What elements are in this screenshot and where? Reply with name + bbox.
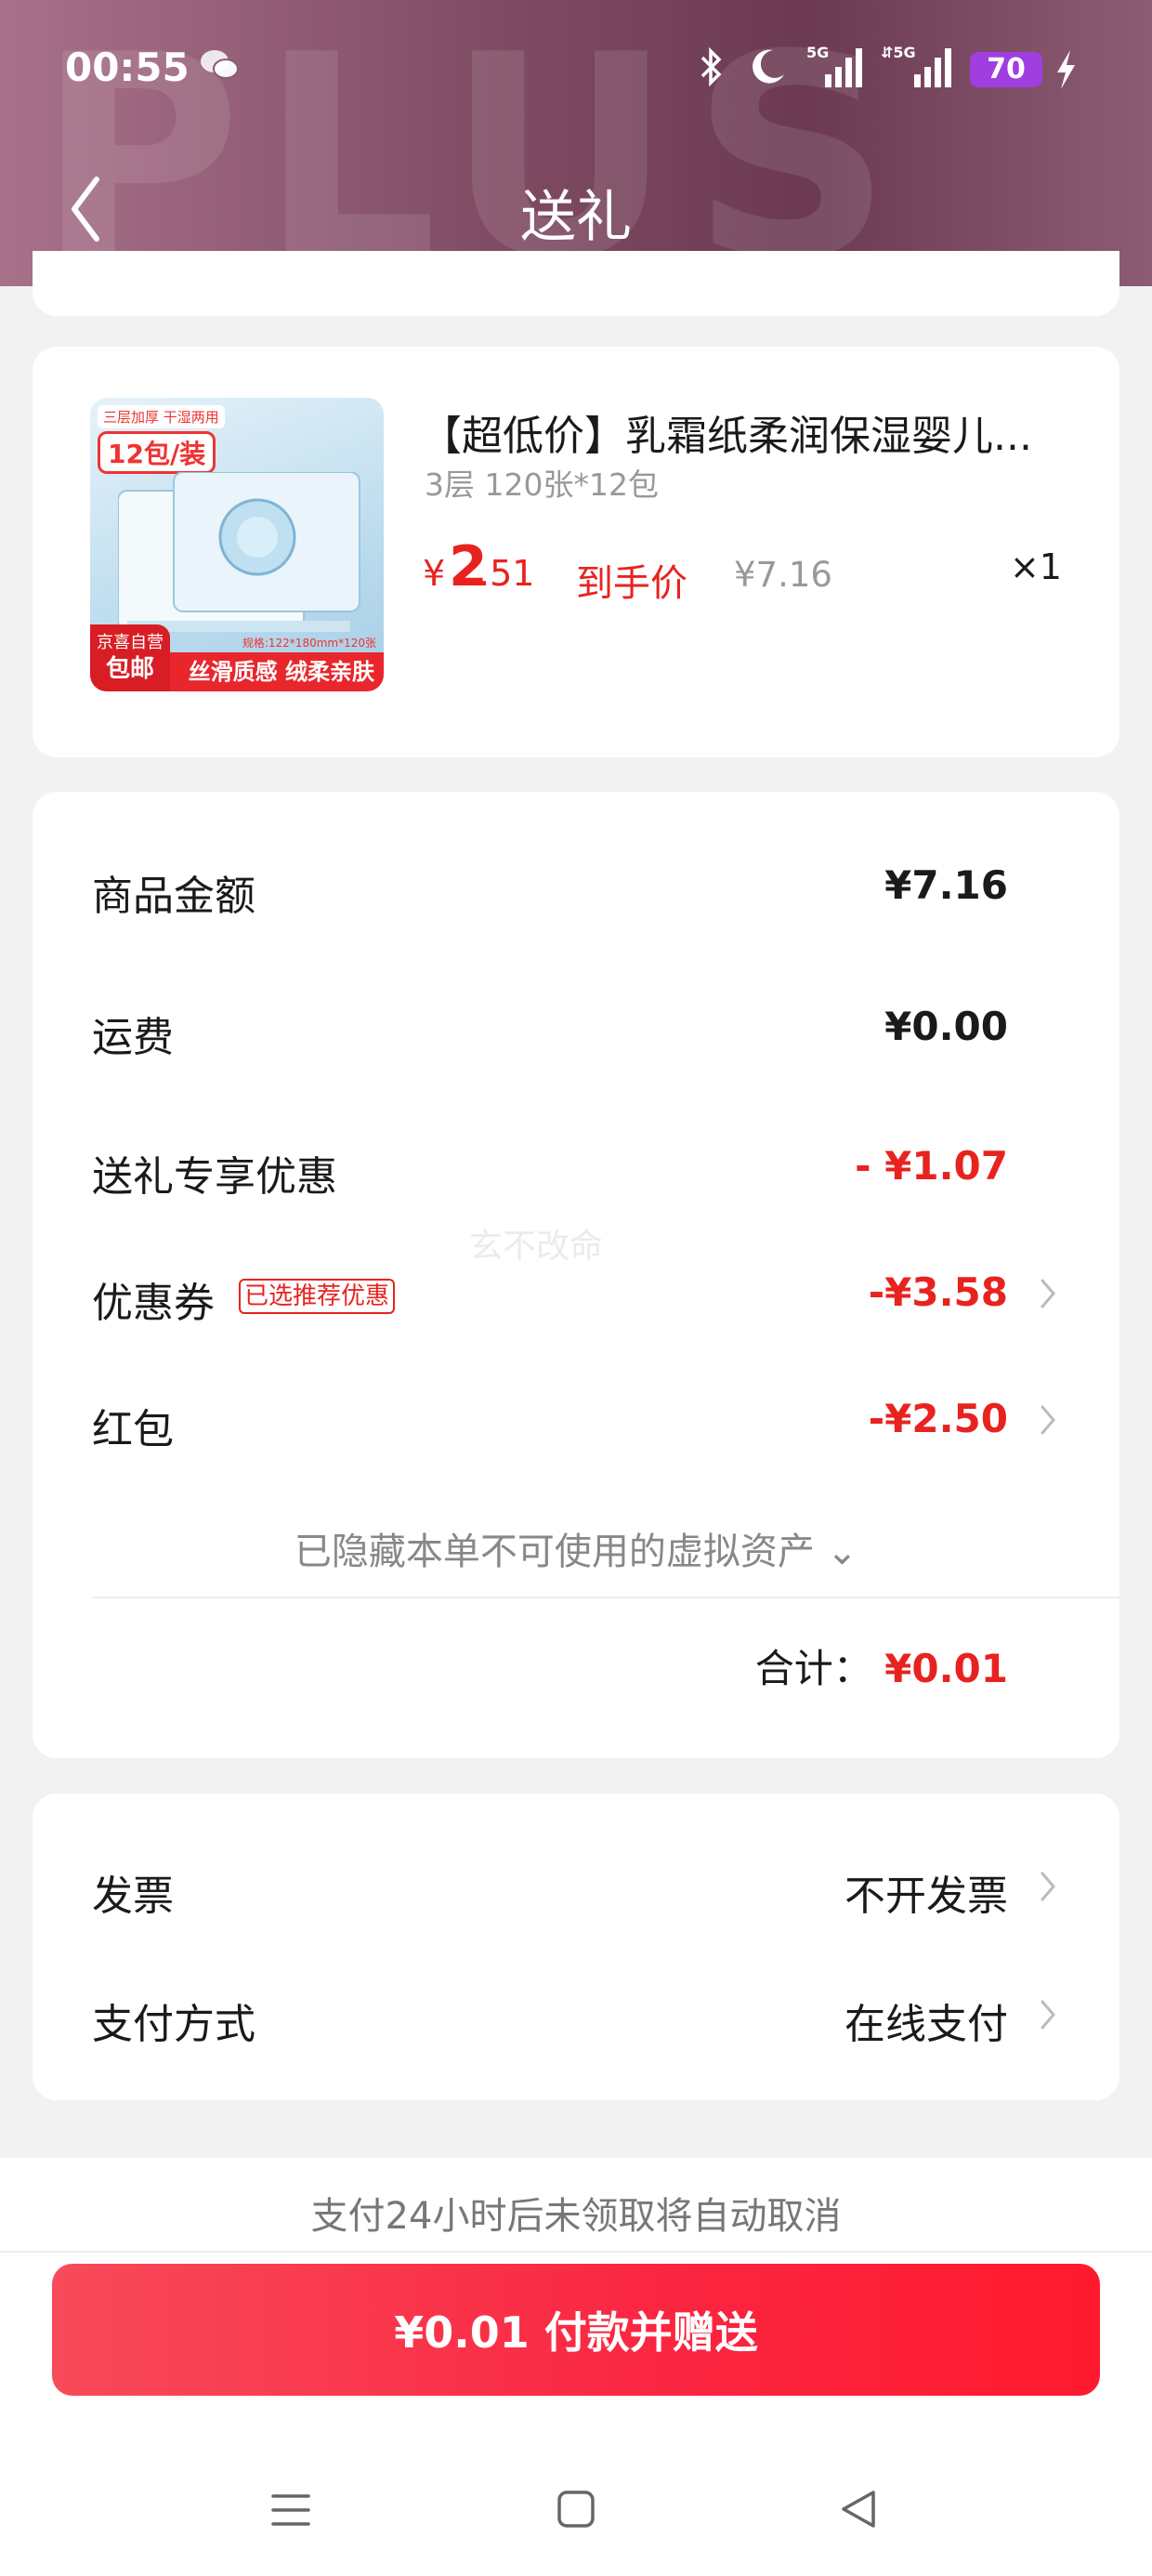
row-label: 商品金额 — [92, 873, 255, 920]
invoice-payment-card: 发票 不开发票 支付方式 在线支付 — [33, 1794, 1119, 2100]
svg-text:⇵5G: ⇵5G — [881, 44, 916, 61]
summary-row-coupon[interactable]: 优惠券 已选推荐优惠 -¥3.58 — [92, 1269, 1058, 1334]
row-label: 优惠券 — [92, 1280, 215, 1327]
row-value: - ¥1.07 — [855, 1143, 1008, 1189]
moon-icon — [753, 49, 784, 84]
auto-cancel-notice: 支付24小时后未领取将自动取消 — [310, 2195, 842, 2238]
image-badge-count: 12包/装 — [98, 431, 216, 474]
menu-icon[interactable] — [269, 2489, 312, 2531]
row-value: -¥3.58 — [868, 1269, 1008, 1315]
payment-value: 在线支付 — [844, 2001, 1008, 2048]
original-price: ¥7.16 — [734, 555, 832, 595]
svg-text:5G: 5G — [806, 44, 829, 61]
product-card[interactable]: 三层加厚 干湿两用 12包/装 规格:122*180mm*120张 丝滑质感 绒… — [33, 347, 1119, 757]
hidden-assets-toggle[interactable]: 已隐藏本单不可使用的虚拟资产 ⌄ — [33, 1521, 1119, 1575]
battery-indicator: 70 — [970, 52, 1042, 87]
coupon-recommended-tag: 已选推荐优惠 — [239, 1279, 396, 1314]
summary-row-goods-amount: 商品金额 ¥7.16 — [92, 862, 1058, 927]
5g-signal-icon: 5G — [806, 44, 862, 87]
invoice-row[interactable]: 发票 不开发票 — [92, 1862, 1058, 1927]
image-badge-top: 三层加厚 干湿两用 — [98, 405, 225, 428]
total-label: 合计： — [754, 1646, 872, 1691]
status-time: 00:55 — [65, 45, 190, 90]
payment-label: 支付方式 — [92, 2001, 255, 2048]
pay-and-gift-button[interactable]: ¥0.01 付款并赠送 — [52, 2264, 1100, 2396]
image-corner-badge: 京喜自营 包邮 — [90, 624, 170, 691]
row-value: ¥0.00 — [884, 1004, 1008, 1049]
tissue-packs-graphic — [118, 472, 360, 632]
summary-row-shipping: 运费 ¥0.00 — [92, 1004, 1058, 1069]
watermark-text: 玄不改命 — [469, 1228, 604, 1266]
5g-signal-icon-2: ⇵5G — [881, 44, 951, 87]
bottom-bar: 支付24小时后未领取将自动取消 ¥0.01 付款并赠送 — [0, 2158, 1152, 2576]
total-row: 合计： ¥0.01 — [755, 1637, 1008, 1694]
row-value: ¥7.16 — [884, 862, 1008, 908]
image-spec-text: 规格:122*180mm*120张 — [242, 637, 376, 650]
total-value: ¥0.01 — [884, 1646, 1008, 1691]
image-corner-top: 京喜自营 — [97, 633, 164, 652]
chevron-right-icon — [1041, 1872, 1055, 1901]
payment-method-row[interactable]: 支付方式 在线支付 — [92, 1991, 1058, 2056]
row-label: 红包 — [92, 1406, 174, 1453]
bluetooth-icon — [700, 46, 722, 87]
price-label: 到手价 — [576, 562, 687, 605]
previous-card-edge — [33, 251, 1119, 316]
divider — [0, 2251, 1152, 2253]
image-corner-bottom: 包邮 — [105, 655, 154, 683]
back-triangle-icon[interactable] — [838, 2487, 879, 2531]
price-symbol: ¥ — [423, 553, 446, 594]
row-value: -¥2.50 — [868, 1396, 1008, 1441]
summary-row-gift-discount: 送礼专享优惠 - ¥1.07 — [92, 1143, 1058, 1208]
header: PLUS 00:55 5G ⇵5G 70 送礼 — [0, 0, 1152, 286]
invoice-value: 不开发票 — [844, 1873, 1008, 1920]
wechat-icon — [201, 50, 239, 79]
row-label: 送礼专享优惠 — [92, 1153, 337, 1201]
chevron-right-icon — [1041, 2000, 1055, 2030]
divider — [92, 1597, 1119, 1598]
summary-row-red-packet[interactable]: 红包 -¥2.50 — [92, 1396, 1058, 1461]
price-summary-card: 商品金额 ¥7.16 运费 ¥0.00 送礼专享优惠 - ¥1.07 优惠券 已… — [33, 792, 1119, 1758]
quantity: ×1 — [1009, 546, 1062, 587]
product-title[interactable]: 【超低价】乳霜纸柔润保湿婴儿... — [421, 402, 1090, 462]
charging-bolt-icon — [1057, 50, 1075, 89]
home-icon[interactable] — [556, 2489, 596, 2530]
page-title: 送礼 — [520, 185, 632, 250]
product-spec: 3层 120张*12包 — [425, 467, 659, 503]
price-decimal: .51 — [478, 553, 535, 594]
chevron-right-icon — [1041, 1405, 1055, 1435]
product-image[interactable]: 三层加厚 干湿两用 12包/装 规格:122*180mm*120张 丝滑质感 绒… — [90, 398, 384, 691]
row-label: 运费 — [92, 1014, 174, 1061]
chevron-right-icon — [1041, 1279, 1055, 1308]
invoice-label: 发票 — [92, 1873, 174, 1920]
